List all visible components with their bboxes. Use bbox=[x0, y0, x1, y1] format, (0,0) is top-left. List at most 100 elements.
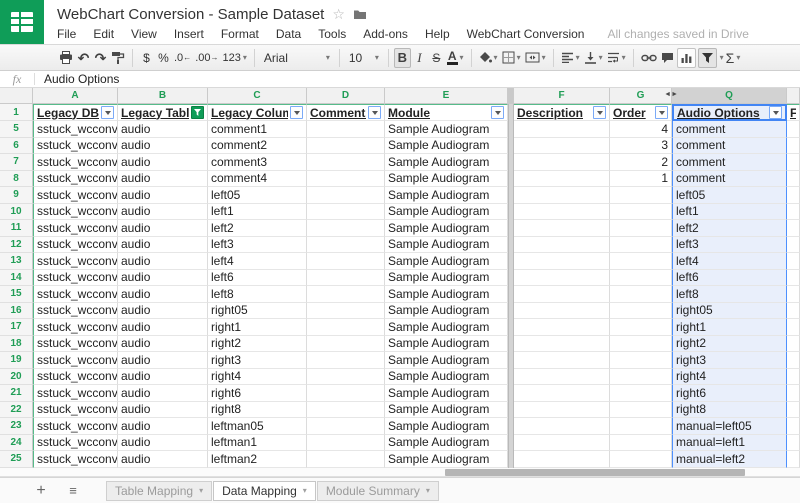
increase-decimals-button[interactable]: .00→ bbox=[193, 48, 220, 68]
grid-cell[interactable]: 1 bbox=[610, 171, 672, 188]
more-formats-button[interactable]: 123▾ bbox=[220, 48, 248, 68]
grid-cell[interactable]: Sample Audiogram bbox=[385, 187, 508, 204]
formula-input[interactable]: Audio Options bbox=[44, 72, 119, 86]
grid-cell[interactable] bbox=[610, 418, 672, 435]
grid-cell[interactable]: Sample Audiogram bbox=[385, 303, 508, 320]
grid-cell[interactable]: Sample Audiogram bbox=[385, 121, 508, 138]
grid-cell[interactable]: sstuck_wcconv bbox=[33, 286, 118, 303]
grid-cell[interactable] bbox=[787, 171, 800, 188]
row-number[interactable]: 25 bbox=[0, 451, 33, 468]
grid-cell[interactable] bbox=[787, 237, 800, 254]
column-header-f[interactable]: F bbox=[514, 88, 610, 104]
grid-cell[interactable] bbox=[610, 220, 672, 237]
filter-dropdown-icon[interactable] bbox=[593, 106, 606, 119]
print-icon[interactable] bbox=[57, 48, 75, 68]
horizontal-scrollbar-thumb[interactable] bbox=[445, 469, 745, 476]
grid-cell[interactable] bbox=[514, 204, 610, 221]
grid-cell[interactable]: audio bbox=[118, 171, 208, 188]
column-header-a[interactable]: A bbox=[33, 88, 118, 104]
grid-cell[interactable] bbox=[307, 352, 385, 369]
grid-cell[interactable]: sstuck_wcconv bbox=[33, 336, 118, 353]
filter-dropdown-icon[interactable] bbox=[368, 106, 381, 119]
insert-comment-icon[interactable] bbox=[659, 48, 676, 68]
folder-icon[interactable] bbox=[353, 9, 367, 20]
grid-cell[interactable]: left6 bbox=[672, 270, 787, 287]
filter-icon[interactable] bbox=[698, 48, 717, 68]
grid-cell[interactable]: leftman1 bbox=[208, 435, 307, 452]
grid-cell[interactable]: left1 bbox=[208, 204, 307, 221]
grid-cell[interactable]: sstuck_wcconv bbox=[33, 237, 118, 254]
column-header-q[interactable]: Q bbox=[672, 88, 787, 104]
grid-cell[interactable]: audio bbox=[118, 369, 208, 386]
star-icon[interactable]: ☆ bbox=[332, 7, 345, 21]
grid-cell[interactable]: audio bbox=[118, 451, 208, 468]
row-number[interactable]: 8 bbox=[0, 171, 33, 188]
grid-cell[interactable]: comment3 bbox=[208, 154, 307, 171]
grid-cell[interactable]: audio bbox=[118, 303, 208, 320]
grid-cell[interactable] bbox=[307, 286, 385, 303]
decrease-decimals-button[interactable]: .0← bbox=[172, 48, 193, 68]
grid-cell[interactable]: left1 bbox=[672, 204, 787, 221]
grid-cell[interactable] bbox=[514, 336, 610, 353]
grid-cell[interactable]: comment bbox=[672, 154, 787, 171]
grid-cell[interactable]: Sample Audiogram bbox=[385, 402, 508, 419]
undo-icon[interactable]: ↶ bbox=[75, 48, 92, 68]
all-sheets-icon[interactable]: ≡ bbox=[62, 483, 84, 498]
grid-cell[interactable]: sstuck_wcconv bbox=[33, 435, 118, 452]
grid-cell[interactable]: sstuck_wcconv bbox=[33, 418, 118, 435]
menu-edit[interactable]: Edit bbox=[93, 27, 114, 41]
grid-cell[interactable] bbox=[787, 352, 800, 369]
grid-cell[interactable]: audio bbox=[118, 319, 208, 336]
select-all-corner[interactable] bbox=[0, 88, 33, 104]
grid-cell[interactable] bbox=[787, 154, 800, 171]
column-header-d[interactable]: D bbox=[307, 88, 385, 104]
hidden-columns-indicator[interactable]: ◄► bbox=[664, 91, 678, 98]
grid-cell[interactable]: comment1 bbox=[208, 121, 307, 138]
grid-cell[interactable]: Sample Audiogram bbox=[385, 286, 508, 303]
format-percent-button[interactable]: % bbox=[155, 48, 172, 68]
grid-cell[interactable] bbox=[307, 171, 385, 188]
grid-cell[interactable] bbox=[307, 385, 385, 402]
row-number[interactable]: 23 bbox=[0, 418, 33, 435]
grid-cell[interactable] bbox=[787, 402, 800, 419]
font-family-select[interactable]: Arial▾ bbox=[260, 48, 334, 68]
vertical-align-button[interactable]: ▾ bbox=[582, 48, 605, 68]
grid-cell[interactable] bbox=[787, 418, 800, 435]
grid-cell[interactable] bbox=[514, 138, 610, 155]
tab-module-summary[interactable]: Module Summary▾ bbox=[317, 481, 439, 501]
grid-cell[interactable]: audio bbox=[118, 435, 208, 452]
column-header-partial[interactable] bbox=[787, 88, 800, 104]
grid-cell[interactable]: 2 bbox=[610, 154, 672, 171]
paint-format-icon[interactable] bbox=[109, 48, 127, 68]
menu-insert[interactable]: Insert bbox=[174, 27, 204, 41]
text-color-button[interactable]: A▾ bbox=[445, 48, 466, 68]
grid-cell[interactable] bbox=[307, 435, 385, 452]
grid-cell-audio-options-header-selected[interactable]: Audio Options bbox=[672, 104, 787, 121]
grid-cell[interactable]: Sample Audiogram bbox=[385, 138, 508, 155]
grid-cell[interactable] bbox=[307, 270, 385, 287]
grid-cell[interactable]: right4 bbox=[672, 369, 787, 386]
document-title[interactable]: WebChart Conversion - Sample Dataset bbox=[57, 6, 324, 23]
grid-cell[interactable] bbox=[307, 319, 385, 336]
grid-cell[interactable] bbox=[307, 187, 385, 204]
filter-dropdown-icon[interactable] bbox=[769, 106, 782, 119]
row-number[interactable]: 1 bbox=[0, 104, 33, 121]
grid-cell[interactable] bbox=[787, 286, 800, 303]
grid-cell[interactable] bbox=[610, 270, 672, 287]
add-sheet-button[interactable]: + bbox=[30, 482, 52, 500]
row-number[interactable]: 6 bbox=[0, 138, 33, 155]
grid-cell-legacy-column-header[interactable]: Legacy Column bbox=[208, 104, 307, 121]
menu-tools[interactable]: Tools bbox=[318, 27, 346, 41]
grid-cell[interactable]: right2 bbox=[672, 336, 787, 353]
grid-cell[interactable] bbox=[514, 121, 610, 138]
grid-cell[interactable] bbox=[514, 385, 610, 402]
grid-cell[interactable]: left3 bbox=[672, 237, 787, 254]
grid-cell[interactable] bbox=[610, 187, 672, 204]
column-header-c[interactable]: C bbox=[208, 88, 307, 104]
grid-cell[interactable]: manual=left2 bbox=[672, 451, 787, 468]
grid-cell[interactable]: audio bbox=[118, 154, 208, 171]
grid-cell[interactable] bbox=[307, 303, 385, 320]
grid-cell[interactable]: sstuck_wcconv bbox=[33, 220, 118, 237]
tab-table-mapping[interactable]: Table Mapping▾ bbox=[106, 481, 212, 501]
grid-cell[interactable]: left8 bbox=[208, 286, 307, 303]
